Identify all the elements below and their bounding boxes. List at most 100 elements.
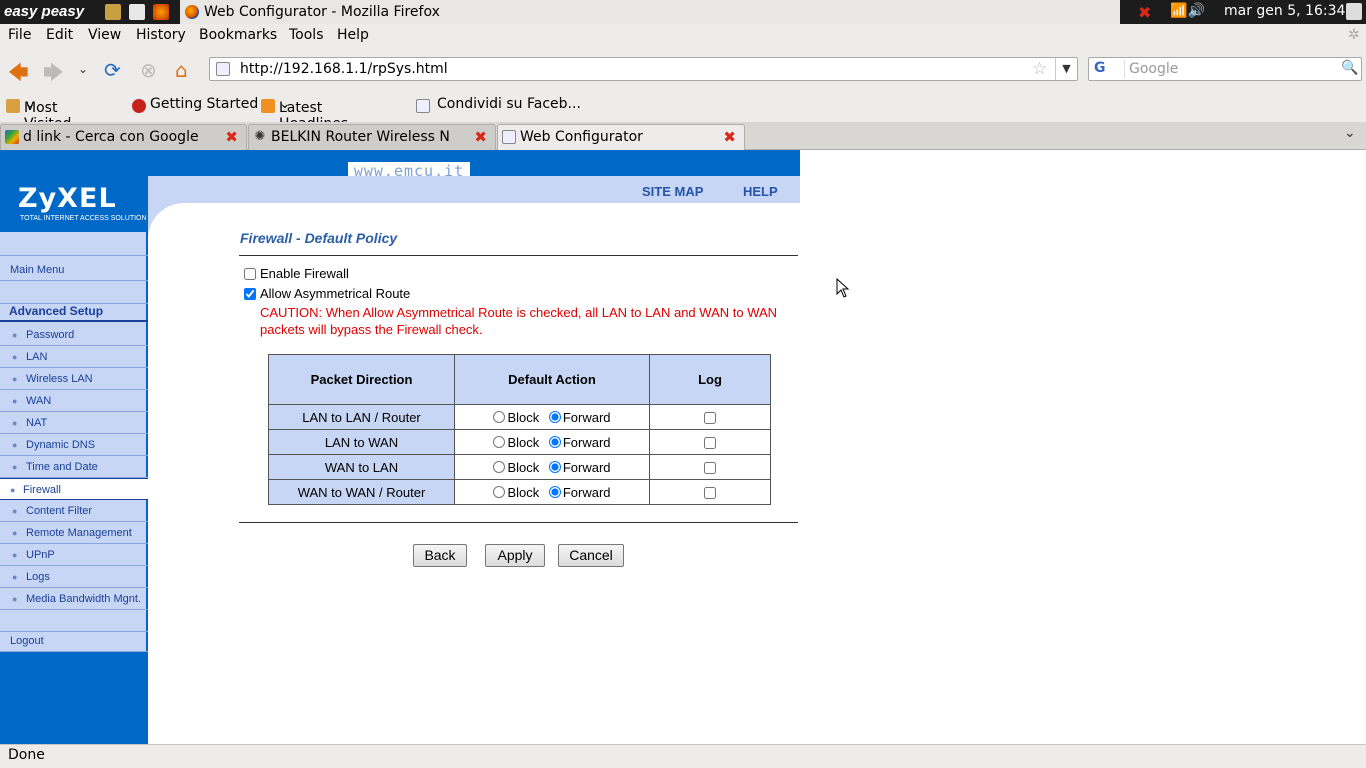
url-text[interactable]: http://192.168.1.1/rpSys.html bbox=[240, 61, 448, 77]
sidebar-item-lan[interactable]: ● LAN bbox=[0, 346, 148, 368]
page-icon bbox=[416, 99, 430, 113]
window-title: Web Configurator - Mozilla Firefox bbox=[204, 4, 440, 20]
search-engine-icon[interactable]: G bbox=[1091, 60, 1125, 78]
firefox-launcher-icon[interactable] bbox=[153, 4, 169, 20]
col-log: Log bbox=[649, 354, 771, 405]
sidebar-item-wireless-lan[interactable]: ● Wireless LAN bbox=[0, 368, 148, 390]
bookmark-star-icon[interactable]: ☆ bbox=[1032, 59, 1047, 79]
menu-tools[interactable]: Tools bbox=[289, 27, 324, 43]
most-visited-icon bbox=[6, 99, 20, 113]
tab-web-configurator[interactable]: Web Configurator ✖ bbox=[497, 124, 745, 151]
menu-edit[interactable]: Edit bbox=[46, 27, 73, 43]
sidebar-item-media-bandwidth[interactable]: ● Media Bandwidth Mgnt. bbox=[0, 588, 148, 610]
zyxel-logo: ZyXEL bbox=[18, 183, 117, 214]
getting-started-icon bbox=[132, 99, 146, 113]
home-icon[interactable]: ⌂ bbox=[175, 58, 188, 82]
bullet-icon: ● bbox=[12, 528, 18, 538]
site-identity-icon[interactable] bbox=[216, 62, 230, 76]
site-map-link[interactable]: SITE MAP bbox=[642, 184, 703, 199]
sidebar-item-time-and-date[interactable]: ● Time and Date bbox=[0, 456, 148, 478]
action-cell: Block Forward bbox=[454, 454, 650, 480]
search-input[interactable]: Google bbox=[1129, 61, 1178, 77]
allow-asym-checkbox[interactable] bbox=[244, 288, 256, 300]
allow-asym-row[interactable]: Allow Asymmetrical Route bbox=[244, 286, 410, 301]
forward-radio[interactable] bbox=[548, 485, 561, 498]
menu-help[interactable]: Help bbox=[337, 27, 369, 43]
forward-radio[interactable] bbox=[548, 410, 561, 423]
url-bar[interactable]: http://192.168.1.1/rpSys.html ☆ ▼ bbox=[209, 57, 1078, 81]
forward-radio[interactable] bbox=[548, 435, 561, 448]
log-checkbox[interactable] bbox=[704, 411, 716, 424]
sidebar-item-upnp[interactable]: ● UPnP bbox=[0, 544, 148, 566]
search-box[interactable]: G Google 🔍 bbox=[1088, 57, 1362, 81]
volume-icon[interactable]: 🔊 bbox=[1187, 3, 1204, 19]
reload-icon[interactable]: ⟳ bbox=[104, 58, 121, 82]
tab-list-chevron-icon[interactable]: ⌄ bbox=[1344, 125, 1356, 141]
apply-button[interactable]: Apply bbox=[485, 544, 545, 567]
help-link[interactable]: HELP bbox=[743, 184, 778, 199]
block-radio[interactable] bbox=[493, 460, 506, 473]
sidebar-item-content-filter[interactable]: ● Content Filter bbox=[0, 500, 148, 522]
sidebar-main-menu[interactable]: Main Menu bbox=[0, 259, 148, 281]
bullet-icon: ● bbox=[12, 440, 18, 450]
sidebar-item-logs[interactable]: ● Logs bbox=[0, 566, 148, 588]
log-checkbox[interactable] bbox=[704, 436, 716, 449]
back-button[interactable]: Back bbox=[413, 544, 467, 567]
menu-bookmarks[interactable]: Bookmarks bbox=[199, 27, 277, 43]
sidebar-item-remote-management[interactable]: ● Remote Management bbox=[0, 522, 148, 544]
bookmark-latest-headlines[interactable]: Latest Headlines ⌄ bbox=[279, 96, 348, 132]
back-arrow-icon[interactable]: 🡄 bbox=[8, 58, 29, 92]
block-radio[interactable] bbox=[493, 435, 506, 448]
document-launcher-icon[interactable] bbox=[129, 4, 145, 20]
enable-firewall-checkbox[interactable] bbox=[244, 268, 256, 280]
col-default-action: Default Action bbox=[454, 354, 650, 405]
trash-icon[interactable] bbox=[1346, 3, 1362, 20]
menu-file[interactable]: File bbox=[8, 27, 31, 43]
top-panel: easy peasy Web Configurator - Mozilla Fi… bbox=[0, 0, 1366, 24]
mouse-cursor-icon bbox=[836, 278, 850, 298]
sidebar-item-wan[interactable]: ● WAN bbox=[0, 390, 148, 412]
url-dropdown-icon[interactable]: ▼ bbox=[1055, 58, 1077, 80]
firewall-policy-table: Packet Direction Default Action Log LAN … bbox=[268, 354, 771, 505]
close-tab-icon[interactable]: ✖ bbox=[225, 125, 238, 149]
log-cell bbox=[649, 404, 771, 430]
cancel-button[interactable]: Cancel bbox=[558, 544, 624, 567]
search-icon[interactable]: 🔍 bbox=[1341, 60, 1358, 76]
log-checkbox[interactable] bbox=[704, 486, 716, 499]
stop-icon[interactable]: ⊗ bbox=[140, 58, 157, 82]
sidebar: Main Menu Advanced Setup ● Password ● LAN … bbox=[0, 232, 148, 744]
close-tab-icon[interactable]: ✖ bbox=[474, 125, 487, 149]
block-radio[interactable] bbox=[493, 485, 506, 498]
clock[interactable]: mar gen 5, 16:34 bbox=[1224, 3, 1345, 19]
easypeasy-logo[interactable]: easy peasy bbox=[4, 3, 84, 20]
files-launcher-icon[interactable] bbox=[105, 4, 121, 20]
sidebar-item-nat[interactable]: ● NAT bbox=[0, 412, 148, 434]
close-window-icon[interactable]: ✖ bbox=[1138, 3, 1151, 22]
history-dropdown-icon[interactable]: ⌄ bbox=[78, 62, 88, 76]
menu-history[interactable]: History bbox=[136, 27, 186, 43]
window-title-bar[interactable]: Web Configurator - Mozilla Firefox bbox=[180, 0, 1120, 24]
sidebar-item-firewall[interactable]: ● Firewall bbox=[0, 478, 148, 500]
bookmark-most-visited[interactable]: Most Visited ⌄ bbox=[24, 96, 71, 132]
sidebar-logout[interactable]: Logout bbox=[0, 630, 148, 652]
sidebar-item-dynamic-dns[interactable]: ● Dynamic DNS bbox=[0, 434, 148, 456]
bullet-icon: ● bbox=[12, 550, 18, 560]
header-curve bbox=[148, 203, 188, 243]
menu-view[interactable]: View bbox=[88, 27, 121, 43]
wifi-icon[interactable]: 📶 bbox=[1170, 3, 1187, 19]
log-checkbox[interactable] bbox=[704, 461, 716, 474]
bookmark-getting-started[interactable]: Getting Started bbox=[150, 96, 258, 112]
sidebar-advanced-setup[interactable]: Advanced Setup bbox=[0, 300, 148, 322]
forward-radio[interactable] bbox=[548, 460, 561, 473]
sidebar-item-password[interactable]: ● Password bbox=[0, 324, 148, 346]
close-tab-icon[interactable]: ✖ bbox=[723, 125, 736, 149]
sidebar-spacer bbox=[0, 232, 148, 256]
tab-belkin[interactable]: ✺ BELKIN Router Wireless N ✖ bbox=[248, 124, 496, 150]
block-radio[interactable] bbox=[493, 410, 506, 423]
tab-dlink-google[interactable]: d link - Cerca con Google ✖ bbox=[0, 124, 247, 150]
forward-arrow-icon[interactable]: 🡆 bbox=[43, 58, 64, 92]
enable-firewall-row[interactable]: Enable Firewall bbox=[244, 266, 349, 281]
bullet-icon: ● bbox=[10, 485, 16, 495]
tray-icons[interactable]: 📶🔊 bbox=[1170, 3, 1205, 19]
bookmark-condividi[interactable]: Condividi su Faceb... bbox=[437, 96, 581, 112]
